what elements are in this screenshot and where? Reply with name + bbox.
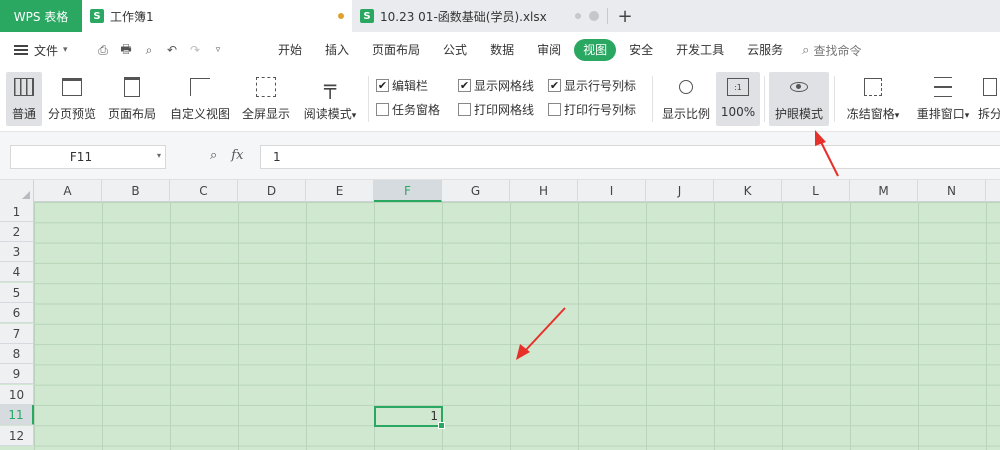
arrow-to-eye-mode [815, 130, 839, 177]
annotation-arrows [516, 130, 839, 360]
wps-spreadsheet-window: WPS 表格 S 工作簿1 S 10.23 01-函数基础(学员).xlsx +… [0, 0, 1000, 450]
arrow-to-sheet [516, 307, 566, 360]
